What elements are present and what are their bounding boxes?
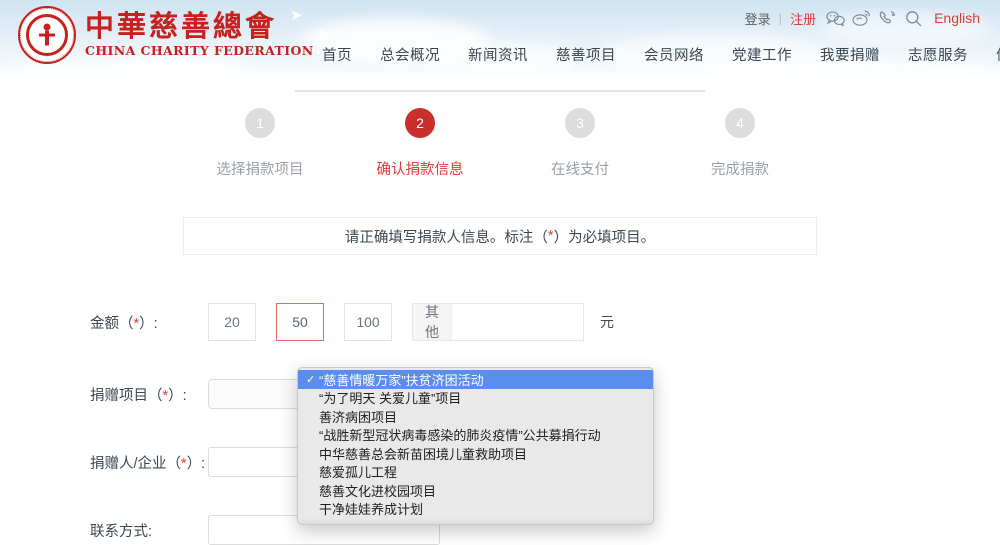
dropdown-option-label: “慈善情暖万家”扶贫济困活动 [319,372,484,388]
step-4-label: 完成捐款 [711,162,769,178]
amount-unit-label: 元 [600,314,614,330]
step-2-label: 确认捐款信息 [376,162,464,178]
phone-icon[interactable] [874,8,900,28]
notice-text-after: ）为必填项目。 [553,229,656,246]
check-icon: ✓ [306,373,316,386]
donor-label-text: 捐赠人/企业（ [90,455,182,472]
weibo-icon[interactable] [848,8,874,28]
amount-label-text: 金额（ [90,315,134,332]
site-header-banner: ➤ ➤ ➤ 中華慈善總會 CHINA CHARITY FEDERATION 登录… [0,0,1000,76]
dropdown-option-0[interactable]: ✓ “慈善情暖万家”扶贫济困活动 [298,370,653,389]
dropdown-scroll-fade [298,518,653,524]
amount-other-label: 其他 [413,304,452,340]
step-1-label: 选择捐款项目 [216,162,304,178]
header-utility-bar: 登录 | 注册 English [739,8,980,28]
charity-emblem-icon [18,6,76,64]
step-4-complete[interactable]: 4 完成捐款 [670,108,810,179]
dropdown-option-3[interactable]: “战胜新型冠状病毒感染的肺炎疫情”公共募捐行动 [298,426,653,445]
step-1-select-project[interactable]: 1 选择捐款项目 [190,108,330,179]
main-navigation: 首页 总会概况 新闻资讯 慈善项目 会员网络 党建工作 我要捐赠 志愿服务 信息… [308,44,1000,65]
utility-separator: | [778,10,783,26]
project-label: 捐赠项目（*）: [90,384,208,405]
project-label-text: 捐赠项目（ [90,387,163,404]
nav-item-disclosure[interactable]: 信息公开 [982,44,1000,65]
dropdown-option-label: 干净娃娃养成计划 [319,502,424,518]
dropdown-option-6[interactable]: 慈善文化进校园项目 [298,481,653,500]
amount-label: 金额（*）: [90,312,208,333]
amount-preset-50[interactable]: 50 [276,303,324,341]
english-language-link[interactable]: English [934,10,980,26]
nav-item-party[interactable]: 党建工作 [718,44,806,65]
step-1-number: 1 [245,108,275,138]
amount-label-end: ）: [139,315,158,332]
dropdown-option-label: “战胜新型冠状病毒感染的肺炎疫情”公共募捐行动 [319,428,601,444]
notice-text-before: 请正确填写捐款人信息。标注（ [344,229,548,246]
step-connector-line [295,90,705,92]
step-2-confirm-info[interactable]: 2 确认捐款信息 [350,108,490,179]
step-4-number: 4 [725,108,755,138]
step-3-online-payment[interactable]: 3 在线支付 [510,108,650,179]
form-notice-banner: 请正确填写捐款人信息。标注（ * ）为必填项目。 [183,217,817,255]
nav-item-home[interactable]: 首页 [308,44,366,65]
dropdown-option-label: 中华慈善总会新苗困境儿童救助项目 [319,446,528,462]
step-2-number: 2 [405,108,435,138]
nav-item-members[interactable]: 会员网络 [630,44,718,65]
donation-step-indicator: 1 选择捐款项目 2 确认捐款信息 3 在线支付 4 完成捐款 [190,76,810,179]
amount-other-group: 其他 [412,303,649,341]
dropdown-option-7[interactable]: 干净娃娃养成计划 [298,500,653,519]
dropdown-option-4[interactable]: 中华慈善总会新苗困境儿童救助项目 [298,444,653,463]
donor-label-end: ）: [186,455,206,472]
dropdown-option-label: 善济病困项目 [319,409,398,425]
dropdown-option-5[interactable]: 慈爱孤儿工程 [298,463,653,482]
nav-item-news[interactable]: 新闻资讯 [454,44,542,65]
project-dropdown-list[interactable]: ✓ “慈善情暖万家”扶贫济困活动 “为了明天 关爱儿童”项目 善济病困项目 “战… [297,367,654,525]
search-icon[interactable] [900,8,926,28]
donor-label: 捐赠人/企业（*）: [90,452,208,473]
register-link[interactable]: 注册 [784,9,822,28]
nav-item-overview[interactable]: 总会概况 [366,44,454,65]
project-label-end: ）: [168,387,187,404]
amount-preset-20[interactable]: 20 [208,303,256,341]
amount-other-input[interactable] [452,304,649,340]
amount-preset-100[interactable]: 100 [344,303,392,341]
logo-title-cn: 中華慈善總會 [85,8,278,43]
step-3-number: 3 [565,108,595,138]
dropdown-option-label: “为了明天 关爱儿童”项目 [319,391,462,407]
nav-item-volunteer[interactable]: 志愿服务 [894,44,982,65]
dropdown-option-label: 慈善文化进校园项目 [319,483,437,499]
contact-label: 联系方式: [90,523,153,540]
login-link[interactable]: 登录 [739,9,777,28]
dove-icon: ➤ [318,25,331,42]
amount-row: 金额（*）: 20 50 100 其他 元 [90,303,910,341]
dropdown-option-2[interactable]: 善济病困项目 [298,407,653,426]
nav-item-projects[interactable]: 慈善项目 [542,44,630,65]
wechat-icon[interactable] [822,8,848,28]
nav-item-donate[interactable]: 我要捐赠 [806,44,894,65]
dropdown-option-label: 慈爱孤儿工程 [319,465,398,481]
logo-title-en: CHINA CHARITY FEDERATION [85,43,314,59]
dropdown-option-1[interactable]: “为了明天 关爱儿童”项目 [298,389,653,408]
site-logo[interactable]: 中華慈善總會 CHINA CHARITY FEDERATION [18,6,314,64]
step-3-label: 在线支付 [551,162,609,178]
